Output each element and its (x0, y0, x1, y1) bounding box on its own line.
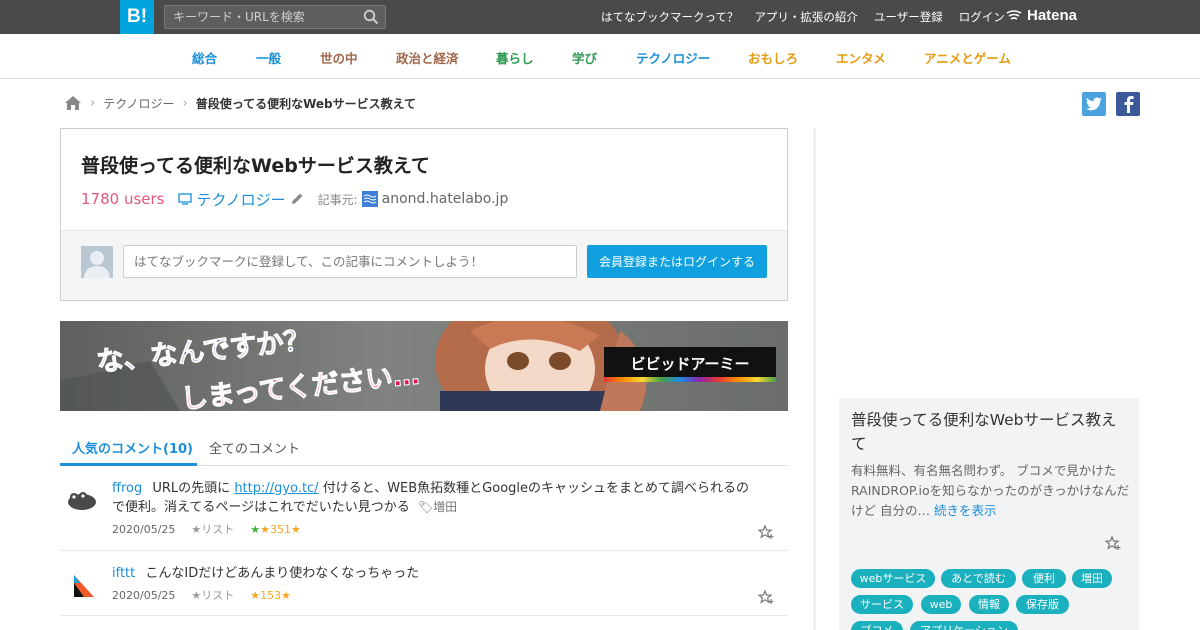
pencil-icon[interactable] (290, 192, 304, 206)
search-input[interactable] (165, 6, 355, 28)
breadcrumb: › テクノロジー › 普段使ってる便利なWebサービス教えて (64, 94, 416, 112)
add-star-icon[interactable] (1105, 535, 1121, 551)
source-label: 記事元: (317, 192, 358, 207)
category-it[interactable]: テクノロジー (636, 48, 710, 67)
comment-date[interactable]: 2020/05/25 (112, 523, 175, 536)
comment-username[interactable]: ffrog (112, 481, 142, 496)
banner-stripe (604, 377, 776, 382)
category-economics[interactable]: 政治と経済 (396, 48, 459, 67)
breadcrumb-current: 普段使ってる便利なWebサービス教えて (195, 96, 417, 111)
tag-chip[interactable]: 情報 (969, 595, 1009, 614)
hatena-bookmark-logo[interactable]: B! (120, 0, 154, 34)
tab-popular-comments[interactable]: 人気のコメント(10) (72, 438, 193, 457)
guest-avatar (81, 246, 113, 278)
summary-title[interactable]: 普段使ってる便利なWebサービス教えて (851, 408, 1131, 456)
show-more-link[interactable]: 続きを表示 (934, 503, 997, 518)
breadcrumb-category[interactable]: テクノロジー (103, 95, 174, 112)
comment-input[interactable] (123, 245, 577, 278)
bookmark-users-count[interactable]: 1780 users (81, 190, 164, 208)
login-register-button[interactable]: 会員登録またはログインする (587, 245, 767, 278)
entry-meta: 1780 users テクノロジー 記事元: anond.hatelabo.jp (81, 189, 508, 209)
summary-description: 有料無料、有名無名問わず。 ブコメで見かけたRAINDROP.ioを知らなかった… (851, 461, 1131, 521)
add-to-list[interactable]: ★リスト (191, 521, 234, 537)
apps-link[interactable]: アプリ・拡張の紹介 (754, 9, 858, 25)
category-fun[interactable]: おもしろ (748, 48, 798, 67)
tag-chip[interactable]: 保存版 (1016, 595, 1069, 614)
star-count-value: 153 (260, 588, 282, 602)
chevron-right-icon: › (182, 95, 188, 111)
about-link[interactable]: はてなブックマークって？ (601, 9, 738, 25)
search-box (164, 5, 386, 29)
entry-summary-card: 普段使ってる便利なWebサービス教えて 有料無料、有名無名問わず。 ブコメで見か… (839, 398, 1139, 630)
comment-item: ifttt こんなIDだけどあんまり使わなくなっちゃった 2020/05/25 … (60, 551, 788, 616)
comment-body: ifttt こんなIDだけどあんまり使わなくなっちゃった (112, 564, 762, 583)
category-entertainment[interactable]: エンタメ (836, 48, 886, 67)
star-count-value: 351 (270, 522, 292, 536)
twitter-share-icon[interactable] (1082, 92, 1106, 116)
banner-brand: ビビッドアーミー (604, 347, 776, 379)
comment-text: こんなIDだけどあんまり使わなくなっちゃった (145, 566, 420, 581)
entry-title[interactable]: 普段使ってる便利なWebサービス教えて (81, 151, 430, 178)
entry-card: 普段使ってる便利なWebサービス教えて 1780 users テクノロジー 記事… (60, 128, 788, 301)
search-icon[interactable] (363, 9, 379, 25)
comment-tag[interactable]: 🏷︎増田 (418, 500, 457, 514)
hatena-label: Hatena (1027, 7, 1078, 24)
comment-body: ffrog URLの先頭に http://gyo.tc/ 付けると、WEB魚拓数… (112, 479, 762, 517)
facebook-share-icon[interactable] (1116, 92, 1140, 116)
chevron-right-icon: › (90, 95, 96, 111)
comment-form: 会員登録またはログインする (61, 230, 787, 300)
source-domain-link[interactable]: anond.hatelabo.jp (382, 191, 509, 207)
tag-chip[interactable]: アプリケーション (910, 621, 1018, 630)
add-star-icon[interactable] (758, 524, 774, 540)
top-nav: はてなブックマークって？ アプリ・拡張の紹介 ユーザー登録 ログイン (585, 0, 1005, 34)
tag-chip[interactable]: webサービス (851, 569, 935, 588)
star-count[interactable]: ★★351★ (250, 523, 301, 536)
column-divider (813, 128, 816, 630)
monitor-icon (178, 193, 193, 205)
category-general[interactable]: 一般 (256, 48, 281, 67)
star-count[interactable]: ★153★ (250, 589, 291, 602)
hatena-link[interactable]: Hatena (1006, 7, 1077, 24)
tag-chip[interactable]: サービス (851, 595, 913, 614)
global-header: B! はてなブックマークって？ アプリ・拡張の紹介 ユーザー登録 ログイン Ha… (0, 0, 1200, 34)
category-life[interactable]: 暮らし (496, 48, 534, 67)
comment-link[interactable]: http://gyo.tc/ (234, 481, 318, 496)
hatena-icon (1006, 9, 1022, 20)
user-avatar[interactable] (66, 569, 98, 601)
category-nav: 総合 一般 世の中 政治と経済 暮らし 学び テクノロジー おもしろ エンタメ … (0, 34, 1200, 79)
category-game[interactable]: アニメとゲーム (924, 48, 1011, 67)
signup-link[interactable]: ユーザー登録 (874, 9, 943, 25)
tag-chip[interactable]: あとで読む (941, 569, 1016, 588)
user-avatar[interactable] (66, 484, 98, 516)
category-general-all[interactable]: 総合 (192, 48, 217, 67)
comment-username[interactable]: ifttt (112, 566, 135, 581)
list-label: リスト (201, 589, 235, 602)
tag-chip[interactable]: 増田 (1072, 569, 1112, 588)
login-link[interactable]: ログイン (959, 9, 1005, 25)
comment-text: URLの先頭に (152, 481, 231, 496)
tag-chip[interactable]: ブコメ (851, 621, 903, 630)
comment-footer: 2020/05/25 ★リスト ★153★ (112, 587, 291, 603)
advertisement-banner[interactable]: な、なんですか？ しまってください… ビビッドアーミー (60, 321, 788, 411)
add-to-list[interactable]: ★リスト (191, 587, 234, 603)
tag-chip[interactable]: web (921, 595, 961, 614)
comment-date[interactable]: 2020/05/25 (112, 589, 175, 602)
comment-tag-label: 増田 (433, 500, 458, 514)
list-label: リスト (201, 523, 235, 536)
comment-footer: 2020/05/25 ★リスト ★★351★ (112, 521, 301, 537)
add-star-icon[interactable] (758, 589, 774, 605)
tag-chip[interactable]: 便利 (1022, 569, 1066, 588)
source-favicon-icon (361, 191, 378, 207)
entry-category-label: テクノロジー (196, 190, 286, 209)
category-knowledge[interactable]: 学び (572, 48, 597, 67)
home-icon[interactable] (64, 95, 82, 111)
category-social[interactable]: 世の中 (320, 48, 358, 67)
tab-all-comments[interactable]: 全てのコメント (209, 438, 300, 457)
entry-category-link[interactable]: テクノロジー (178, 189, 286, 210)
comment-item: ffrog URLの先頭に http://gyo.tc/ 付けると、WEB魚拓数… (60, 466, 788, 551)
